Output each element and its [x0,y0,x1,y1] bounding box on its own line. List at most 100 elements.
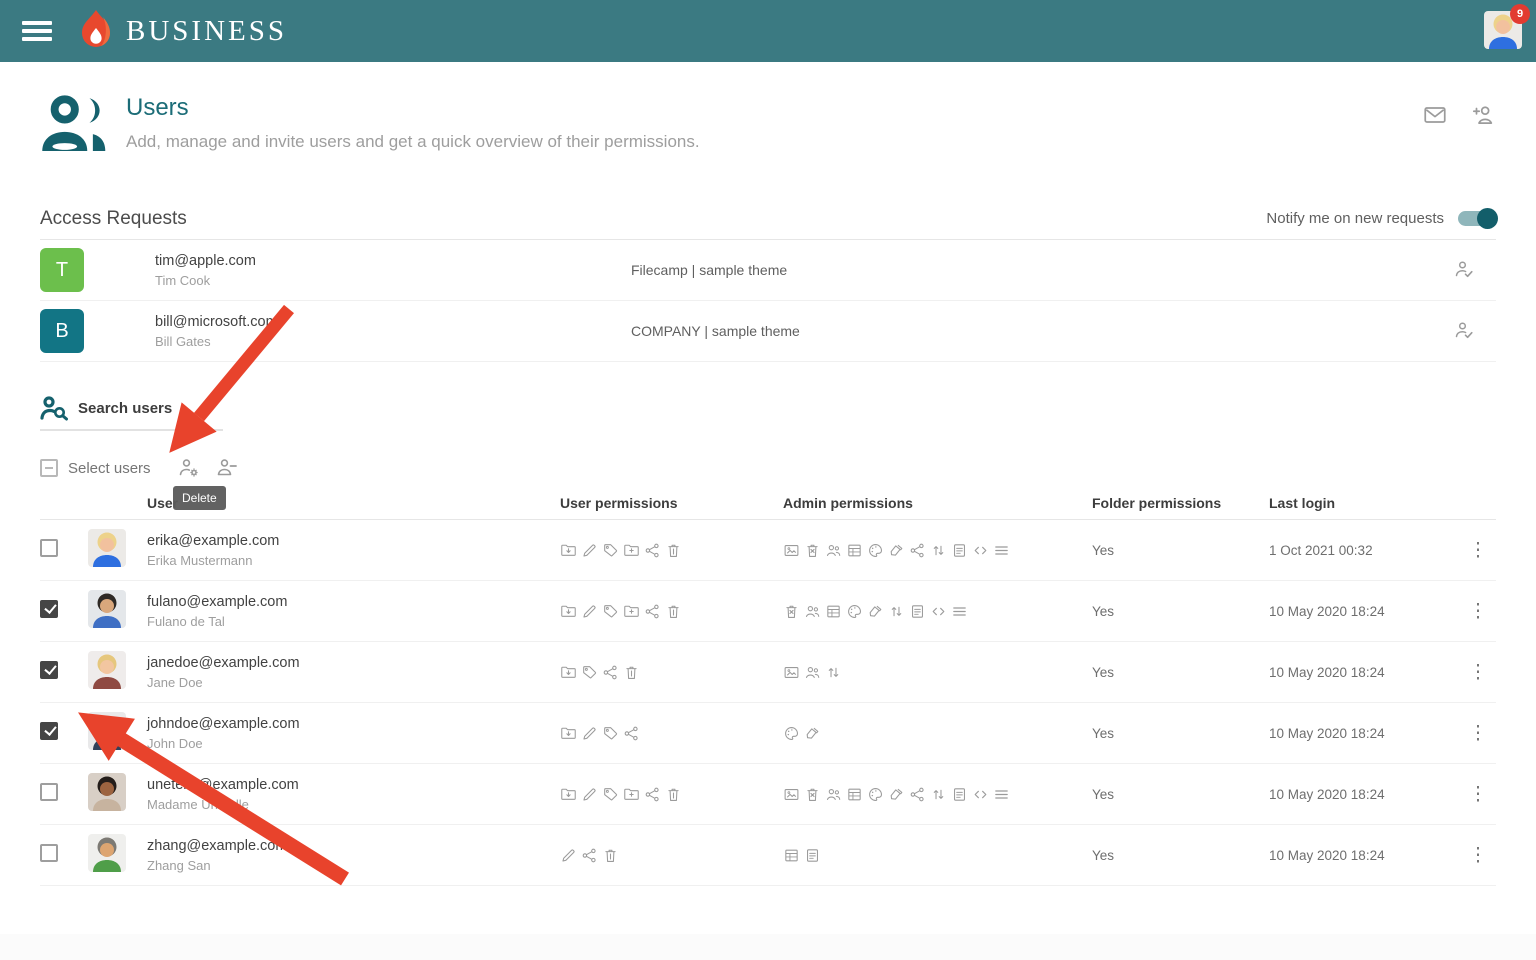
folder-download-icon [560,542,577,559]
admin-permissions-icons [783,603,1092,620]
col-header-last-login: Last login [1269,495,1460,511]
row-menu-button[interactable]: ⋮ [1460,846,1496,865]
user-name: Fulano de Tal [147,614,560,629]
table-icon [783,847,800,864]
notify-toggle-label: Notify me on new requests [1266,210,1444,227]
menu-icon[interactable] [22,17,52,45]
select-all-checkbox[interactable] [40,459,58,477]
user-permissions-icons [560,664,783,681]
access-requests-section: Access Requests Notify me on new request… [40,208,1496,362]
row-checkbox[interactable] [40,539,58,557]
row-menu-button[interactable]: ⋮ [1460,663,1496,682]
share-icon [909,542,926,559]
image-icon [783,664,800,681]
access-request-row: B bill@microsoft.com Bill Gates COMPANY … [40,301,1496,362]
row-checkbox[interactable] [40,722,58,740]
share-icon [644,786,661,803]
last-login-value: 10 May 2020 18:24 [1269,604,1460,619]
add-user-button[interactable] [1470,102,1496,128]
delete-tooltip: Delete [173,486,226,510]
list-icon [993,786,1010,803]
folder-permissions-value: Yes [1092,787,1269,802]
user-name: Erika Mustermann [147,553,560,568]
delete-icon [623,664,640,681]
row-checkbox[interactable] [40,661,58,679]
tag-icon [602,725,619,742]
request-name: Tim Cook [155,273,631,288]
row-menu-button[interactable]: ⋮ [1460,724,1496,743]
row-menu-button[interactable]: ⋮ [1460,541,1496,560]
document-icon [909,603,926,620]
account-avatar[interactable]: 9 [1484,11,1522,49]
code-icon [930,603,947,620]
share-icon [644,542,661,559]
delete-icon [602,847,619,864]
document-icon [804,847,821,864]
sort-icon [825,664,842,681]
labels-icon [888,786,905,803]
tag-icon [581,664,598,681]
user-email: fulano@example.com [147,594,560,610]
edit-icon [581,603,598,620]
user-email: johndoe@example.com [147,716,560,732]
row-checkbox[interactable] [40,783,58,801]
request-email: tim@apple.com [155,253,631,269]
letter-avatar: B [40,309,84,353]
row-menu-button[interactable]: ⋮ [1460,785,1496,804]
request-project: COMPANY | sample theme [631,323,1452,339]
labels-icon [804,725,821,742]
folder-permissions-value: Yes [1092,604,1269,619]
image-icon [783,542,800,559]
folder-download-icon [560,603,577,620]
folder-add-icon [623,786,640,803]
users-table-header: User User permissions Admin permissions … [40,487,1496,520]
tag-icon [602,786,619,803]
user-permissions-icons [560,786,783,803]
row-checkbox[interactable] [40,600,58,618]
user-avatar [88,590,126,628]
folder-download-icon [560,725,577,742]
col-header-user-permissions: User permissions [560,495,783,511]
user-email: erika@example.com [147,533,560,549]
search-users-field[interactable]: Search users [40,395,223,431]
approve-request-button[interactable] [1452,319,1476,343]
last-login-value: 10 May 2020 18:24 [1269,787,1460,802]
select-users-label: Select users [68,460,151,477]
page-subtitle: Add, manage and invite users and get a q… [126,132,700,152]
email-users-button[interactable] [1422,102,1448,128]
brand-flame-icon [76,9,116,53]
row-menu-button[interactable]: ⋮ [1460,602,1496,621]
sort-icon [930,542,947,559]
user-permissions-icons [560,725,783,742]
delete-users-button[interactable] [215,456,239,480]
tag-icon [602,603,619,620]
user-permissions-icons [560,847,783,864]
admin-permissions-icons [783,847,1092,864]
delete-forever-icon [804,542,821,559]
users-table-body: erika@example.com Erika Mustermann Yes 1… [40,520,1496,886]
edit-icon [581,542,598,559]
row-checkbox[interactable] [40,844,58,862]
request-email: bill@microsoft.com [155,314,631,330]
folder-permissions-value: Yes [1092,726,1269,741]
brand-name: BUSINESS [126,15,287,48]
user-name: Zhang San [147,858,560,873]
request-name: Bill Gates [155,334,631,349]
search-user-icon [40,395,68,421]
palette-icon [846,603,863,620]
user-email: janedoe@example.com [147,655,560,671]
palette-icon [867,786,884,803]
image-icon [783,786,800,803]
share-icon [581,847,598,864]
list-icon [951,603,968,620]
users-icon [825,786,842,803]
letter-avatar: T [40,248,84,292]
bulk-edit-users-button[interactable] [177,456,201,480]
folder-add-icon [623,542,640,559]
folder-download-icon [560,786,577,803]
notify-toggle[interactable] [1458,211,1496,226]
folder-add-icon [623,603,640,620]
edit-icon [560,847,577,864]
last-login-value: 10 May 2020 18:24 [1269,665,1460,680]
approve-request-button[interactable] [1452,258,1476,282]
